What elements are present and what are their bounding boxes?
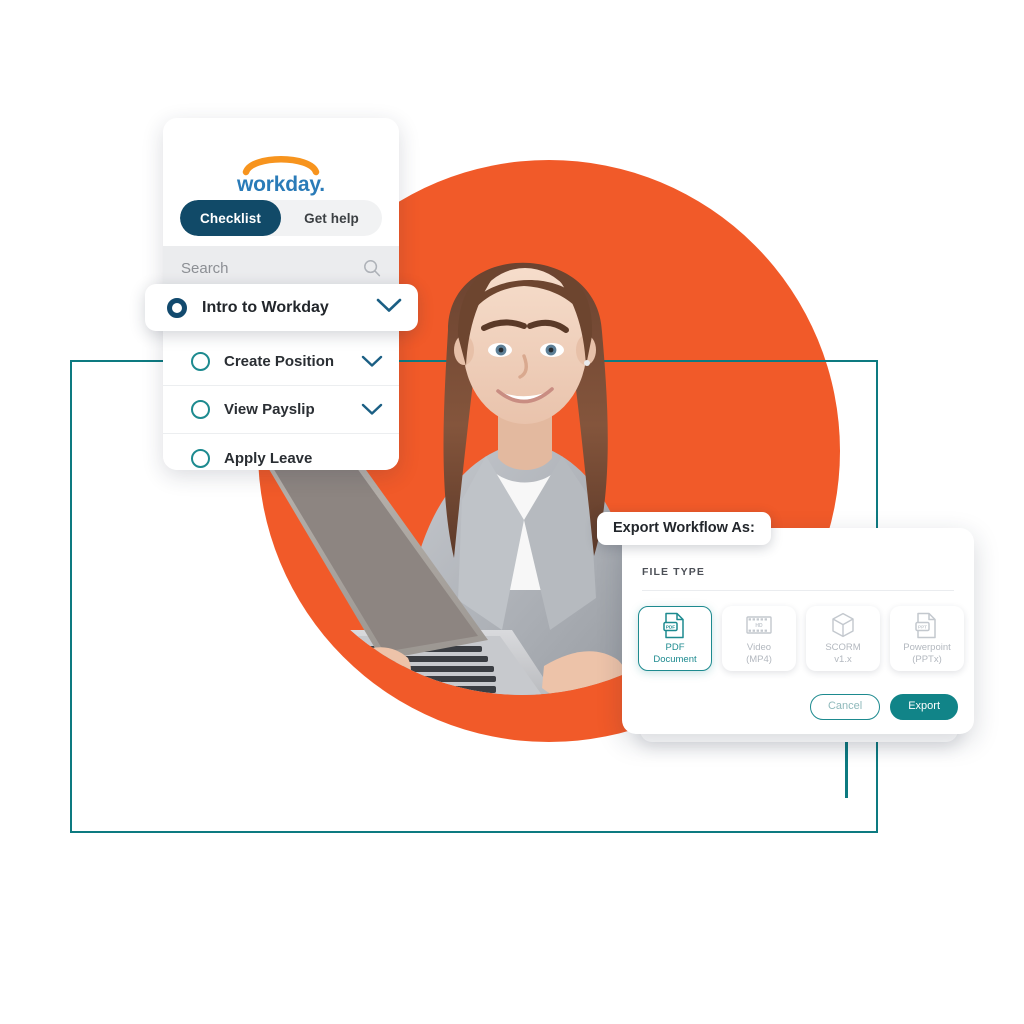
file-type-title: PDF <box>665 642 685 653</box>
radio-empty-icon[interactable] <box>191 352 210 371</box>
divider <box>642 590 954 591</box>
list-item[interactable]: Apply Leave <box>163 434 399 470</box>
file-type-title: SCORM <box>825 642 861 653</box>
panel-tabs: Checklist Get help <box>180 200 382 236</box>
file-type-subtitle: v1.x <box>834 653 852 665</box>
svg-text:PDF: PDF <box>666 624 675 629</box>
svg-text:PPT: PPT <box>918 624 927 629</box>
file-type-subtitle: Document <box>653 653 697 665</box>
file-type-powerpoint-label: Powerpoint (PPTx) <box>903 642 951 665</box>
cancel-button[interactable]: Cancel <box>809 694 881 720</box>
tab-checklist[interactable]: Checklist <box>180 200 281 236</box>
tab-get-help[interactable]: Get help <box>281 200 382 236</box>
list-item[interactable]: View Payslip <box>163 386 399 434</box>
hero-composition: workday. Checklist Get help Search Creat… <box>0 0 1024 1024</box>
list-item-label: Intro to Workday <box>202 298 329 316</box>
radio-empty-icon[interactable] <box>191 400 210 419</box>
file-type-options: PDF PDF Document HD Video (MP4) SCORM v1… <box>638 606 964 671</box>
file-type-scorm-label: SCORM v1.x <box>825 642 860 665</box>
chevron-down-icon[interactable] <box>361 403 383 416</box>
file-type-title: Video <box>746 642 772 653</box>
radio-empty-icon[interactable] <box>191 448 210 468</box>
list-item-intro-to-workday[interactable]: Intro to Workday <box>145 284 418 331</box>
search-icon <box>363 259 381 277</box>
workday-logo: workday. <box>163 144 399 202</box>
teal-accent-tick <box>845 738 848 798</box>
radio-filled-icon[interactable] <box>167 297 187 318</box>
file-type-subtitle: (MP4) <box>746 653 772 665</box>
chevron-down-icon[interactable] <box>376 298 402 318</box>
file-type-scorm[interactable]: SCORM v1.x <box>806 606 880 671</box>
chevron-down-icon[interactable] <box>361 355 383 368</box>
file-type-pdf[interactable]: PDF PDF Document <box>638 606 712 671</box>
list-item-label: Create Position <box>224 353 335 370</box>
list-item-label: View Payslip <box>224 401 315 418</box>
list-item[interactable]: Create Position <box>163 338 399 386</box>
file-type-label: FILE TYPE <box>642 566 705 578</box>
search-input[interactable]: Search <box>181 260 229 277</box>
list-item-label: Apply Leave <box>224 449 313 467</box>
file-type-video[interactable]: HD Video (MP4) <box>722 606 796 671</box>
file-type-video-label: Video (MP4) <box>746 642 772 665</box>
svg-text:workday.: workday. <box>236 173 325 196</box>
file-type-pdf-label: PDF Document <box>653 642 696 665</box>
file-type-subtitle: (PPTx) <box>912 653 942 665</box>
export-dialog: FILE TYPE PDF PDF Document HD Video (MP4… <box>622 528 974 734</box>
file-type-title: Powerpoint <box>903 642 951 653</box>
video-filmstrip-icon: HD <box>746 612 772 638</box>
scorm-box-icon <box>831 612 855 638</box>
ppt-file-icon: PPT <box>915 612 939 638</box>
dialog-actions: Cancel Export <box>809 694 958 720</box>
pdf-file-icon: PDF <box>663 612 687 638</box>
file-type-powerpoint[interactable]: PPT Powerpoint (PPTx) <box>890 606 964 671</box>
svg-text:HD: HD <box>755 623 763 629</box>
export-button[interactable]: Export <box>890 694 958 720</box>
export-workflow-tooltip: Export Workflow As: <box>597 512 771 545</box>
